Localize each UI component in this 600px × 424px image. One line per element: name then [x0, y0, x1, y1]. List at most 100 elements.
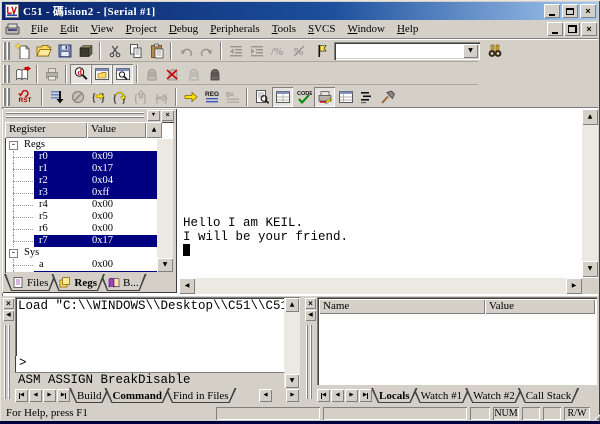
register-row[interactable]: r40x00: [6, 199, 157, 211]
mdi-minimize-button[interactable]: [547, 22, 563, 36]
disable-all-breakpoints-button[interactable]: [204, 64, 225, 84]
indent-button[interactable]: [246, 41, 267, 61]
step-into-button[interactable]: { }: [88, 87, 109, 107]
save-file-button[interactable]: [54, 41, 75, 61]
new-file-button[interactable]: [12, 41, 33, 61]
load-application-button[interactable]: [12, 64, 33, 84]
tab-call-stack[interactable]: Call Stack: [518, 388, 580, 403]
copy-button[interactable]: [125, 41, 146, 61]
run-to-cursor-button[interactable]: { }: [151, 87, 172, 107]
register-row[interactable]: r20x04: [6, 175, 157, 187]
menu-file[interactable]: File: [25, 21, 54, 38]
project-window-button[interactable]: [91, 64, 112, 84]
find-in-files-window-button[interactable]: [112, 64, 133, 84]
show-next-statement-button[interactable]: [180, 87, 201, 107]
toolbar-grip[interactable]: [3, 88, 10, 106]
print-button[interactable]: [41, 64, 62, 84]
resize-grip[interactable]: [593, 407, 600, 420]
register-row[interactable]: r70x17: [6, 235, 157, 247]
tab-locals[interactable]: Locals: [371, 388, 418, 403]
scroll-left-icon[interactable]: ◀: [179, 278, 195, 294]
memory-window-button[interactable]: [335, 87, 356, 107]
command-undock-icon[interactable]: ◀: [3, 310, 14, 321]
device-database-button[interactable]: [75, 41, 96, 61]
call-stack-window-button[interactable]: [356, 87, 377, 107]
menu-project[interactable]: Project: [120, 21, 163, 38]
tab-command[interactable]: Command: [104, 388, 170, 403]
run-button[interactable]: [46, 87, 67, 107]
tab-regs[interactable]: Regs: [51, 274, 105, 291]
watch-close-icon[interactable]: ×: [305, 298, 316, 309]
menu-debug[interactable]: Debug: [163, 21, 204, 38]
title-bar[interactable]: C51 - 碼ision2 - [Serial #1] ×: [2, 2, 598, 20]
reset-cpu-button[interactable]: RST: [12, 87, 38, 107]
code-coverage-button[interactable]: CODE: [293, 87, 314, 107]
combo-dropdown-icon[interactable]: ▼: [463, 44, 478, 58]
first-tab-icon[interactable]: ◀: [15, 389, 28, 402]
watch-grip[interactable]: [306, 325, 313, 399]
halt-button[interactable]: [67, 87, 88, 107]
scroll-right-icon[interactable]: ▶: [566, 278, 582, 294]
close-button[interactable]: ×: [580, 4, 596, 18]
menu-edit[interactable]: Edit: [54, 21, 84, 38]
command-close-icon[interactable]: ×: [3, 298, 14, 309]
register-row[interactable]: a0x00: [6, 259, 157, 271]
kill-all-breakpoints-button[interactable]: [162, 64, 183, 84]
insert-breakpoint-button[interactable]: [141, 64, 162, 84]
command-grip[interactable]: [4, 325, 11, 399]
menu-help[interactable]: Help: [391, 21, 424, 38]
step-over-button[interactable]: { }: [109, 87, 130, 107]
watch-window-button[interactable]: [272, 87, 293, 107]
register-group-row[interactable]: - Sys: [6, 247, 157, 259]
register-window-button[interactable]: REG: [201, 87, 222, 107]
register-row[interactable]: r50x00: [6, 211, 157, 223]
paste-button[interactable]: [146, 41, 167, 61]
comment-button[interactable]: /%: [267, 41, 288, 61]
mdi-restore-button[interactable]: [564, 22, 580, 36]
disassembly-window-button[interactable]: [251, 87, 272, 107]
prev-tab-icon[interactable]: ◀: [29, 389, 42, 402]
enable-breakpoint-button[interactable]: [183, 64, 204, 84]
find-combo[interactable]: ▼: [334, 42, 480, 60]
scroll-up-icon[interactable]: ▲: [582, 109, 598, 125]
first-tab-icon[interactable]: ◀: [317, 389, 330, 402]
register-scroll-up-icon[interactable]: ▲: [146, 122, 162, 138]
register-row[interactable]: r10x17: [6, 163, 157, 175]
tab-files[interactable]: Files: [4, 274, 56, 291]
start-stop-debug-button[interactable]: d: [70, 64, 91, 84]
pane-close-icon[interactable]: ×: [161, 110, 174, 121]
command-scroll-up-icon[interactable]: ▲: [285, 298, 299, 312]
menu-window[interactable]: Window: [342, 21, 391, 38]
tab-build[interactable]: Build: [69, 388, 109, 403]
watch-list[interactable]: Name Value: [317, 297, 597, 385]
menu-tools[interactable]: Tools: [266, 21, 302, 38]
tab-watch2[interactable]: Watch #2: [465, 388, 523, 403]
register-row[interactable]: r00x09: [6, 151, 157, 163]
toolbar-grip[interactable]: [3, 42, 10, 60]
serial-horizontal-scrollbar[interactable]: ◀ ▶: [179, 278, 582, 294]
tabbar-scroll-right-icon[interactable]: ▶: [286, 389, 299, 402]
menu-view[interactable]: View: [84, 21, 119, 38]
register-scroll-down-icon[interactable]: ▼: [157, 258, 173, 272]
unindent-button[interactable]: [225, 41, 246, 61]
command-scroll-down-icon[interactable]: ▼: [285, 374, 299, 388]
register-row[interactable]: r60x00: [6, 223, 157, 235]
bookmark-toggle-button[interactable]: [309, 41, 330, 61]
mdi-close-button[interactable]: ×: [581, 22, 597, 36]
tabbar-scroll-left-icon[interactable]: ◀: [259, 389, 272, 402]
watch-undock-icon[interactable]: ◀: [305, 310, 316, 321]
pane-collapse-icon[interactable]: ▼: [147, 110, 160, 121]
command-input-line[interactable]: >: [15, 356, 284, 372]
toolbar-grip[interactable]: [3, 65, 10, 83]
register-row[interactable]: r30xff: [6, 187, 157, 199]
redo-button[interactable]: [196, 41, 217, 61]
tools-hammer-button[interactable]: [377, 87, 398, 107]
minimize-button[interactable]: [544, 4, 560, 18]
serial-vertical-scrollbar[interactable]: ▲ ▼: [582, 109, 598, 277]
tree-collapse-icon[interactable]: -: [9, 141, 18, 150]
tab-find-in-files[interactable]: Find in Files: [165, 388, 237, 403]
register-scrollbar-track[interactable]: ▼: [157, 139, 173, 272]
find-in-files-button[interactable]: [484, 41, 505, 61]
register-group-row[interactable]: - Regs: [6, 139, 157, 151]
pane-grip[interactable]: [6, 112, 144, 120]
